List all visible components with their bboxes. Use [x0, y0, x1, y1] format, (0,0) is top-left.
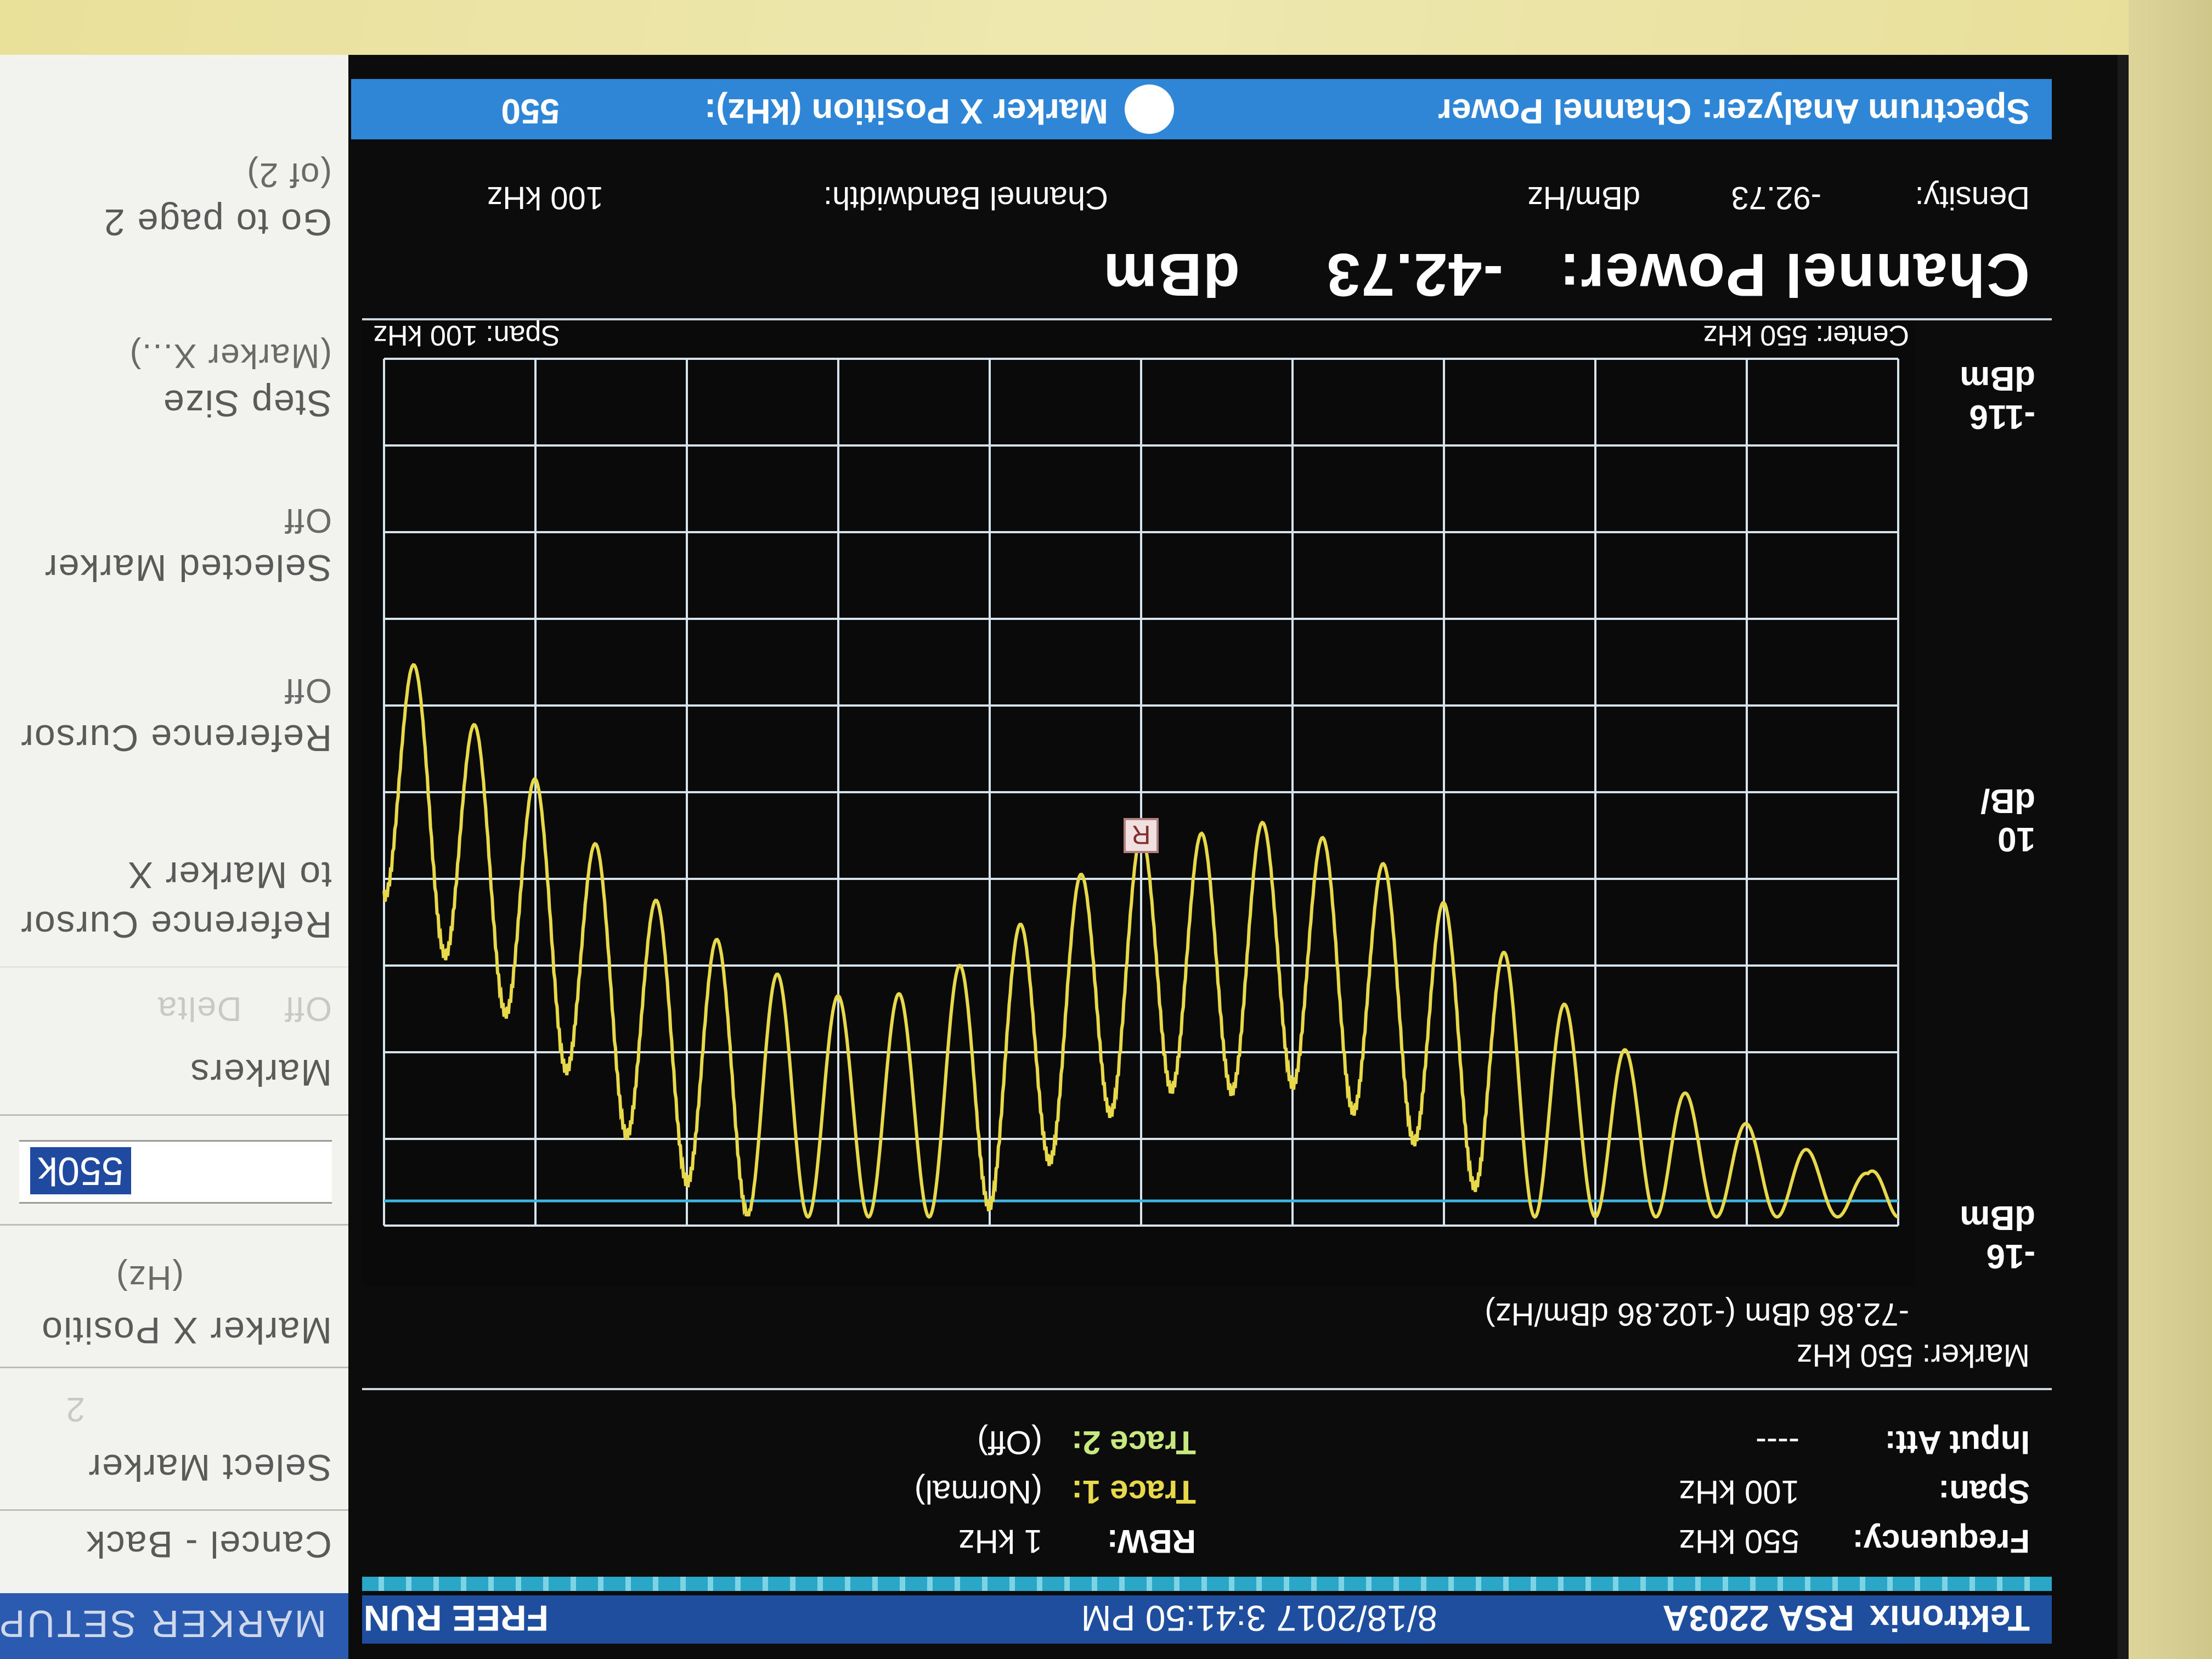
channel-power-readout: Channel Power: -42.73 dBm Density: -92.7…	[362, 150, 2052, 315]
divider	[0, 1367, 348, 1368]
input-att-value: ----	[1756, 1424, 1799, 1461]
ref-cursor-to-marker-line2: to Marker X	[127, 854, 332, 896]
y-top-unit: dBm	[1960, 1199, 2035, 1237]
y-bottom-unit: dBm	[1960, 359, 2035, 397]
divider	[0, 966, 348, 968]
run-state-label: FREE RUN	[363, 1598, 549, 1639]
select-marker-value: 2	[65, 1390, 85, 1428]
step-size-value: (Marker X...)	[128, 337, 332, 375]
divider	[0, 1224, 348, 1226]
bandwidth-value: 100 kHz	[487, 180, 603, 216]
y-top-label: -16 dBm	[1960, 1198, 2035, 1275]
trace2-value: (Off)	[977, 1424, 1042, 1461]
density-label: Density:	[1915, 180, 2030, 216]
measurement-title-bar: Spectrum Analyzer: Channel Power Marker …	[351, 79, 2052, 139]
divider	[0, 1509, 348, 1511]
span-value: 100 kHz	[1678, 1474, 1799, 1510]
divider	[0, 1114, 348, 1116]
menu-title: MARKER SETUP	[0, 1593, 348, 1659]
marker-x-value-field[interactable]: 550k	[19, 1140, 332, 1204]
marker-x-unit: (Hz)	[115, 1259, 184, 1296]
span-label: Span:	[1938, 1474, 2030, 1510]
y-div-unit: dB/	[1980, 782, 2035, 820]
density-value: -92.73	[1731, 180, 1821, 216]
rbw-value: 1 kHz	[958, 1523, 1042, 1560]
parameter-panel: Frequency: 550 kHz RBW: 1 kHz Span: 100 …	[362, 1396, 2052, 1571]
step-size-button[interactable]: Step Size	[162, 382, 332, 425]
instrument-display: Tektronix RSA 2203A 8/18/2017 3:41:50 PM…	[0, 55, 2118, 1659]
brand-label: Tektronix	[1869, 1598, 2030, 1639]
menu-title-text: MARKER SETUP	[0, 1602, 326, 1645]
plot-background	[362, 320, 1915, 1286]
marker-level: -72.86 dBm (-102.86 dBm/Hz)	[1485, 1296, 1909, 1332]
plot-area: R Center: 550 kHz Span: 100 kHz	[362, 320, 1915, 1286]
marker-x-position-button[interactable]: Marker X Positio	[41, 1309, 332, 1352]
y-div-value: 10	[1997, 820, 2035, 858]
marker-indicator[interactable]: R	[1124, 818, 1159, 853]
selected-marker-value: Off	[284, 501, 332, 539]
divider	[362, 318, 2052, 320]
side-menu: MARKER SETUP Cancel - Back Select Marker…	[0, 55, 348, 1659]
status-stripe	[362, 1577, 2052, 1591]
channel-power-label: Channel Power:	[1558, 241, 2030, 308]
model-label: RSA 2203A	[1662, 1598, 1854, 1639]
reference-cursor-button[interactable]: Reference Cursor	[20, 716, 332, 759]
y-top-value: -16	[1986, 1237, 2035, 1275]
markers-button[interactable]: Markers	[189, 1051, 332, 1094]
page-indicator: (of 2)	[246, 156, 332, 194]
spectrum-plot: -16 dBm 10 dB/ -116 dBm R Center: 550 kH…	[362, 320, 2052, 1286]
knob-icon	[1125, 84, 1174, 134]
marker-frequency: Marker: 550 kHz	[1796, 1338, 2030, 1373]
monitor: Tektronix RSA 2203A 8/18/2017 3:41:50 PM…	[0, 55, 2129, 1659]
ref-cursor-to-marker-button[interactable]: Reference Cursor	[20, 903, 332, 946]
cancel-back-button[interactable]: Cancel - Back	[86, 1523, 332, 1566]
frequency-label: Frequency:	[1852, 1523, 2030, 1560]
y-bottom-label: -116 dBm	[1960, 359, 2035, 436]
marker-x-entry-value[interactable]: 550	[501, 91, 560, 132]
analyzer-screen: Tektronix RSA 2203A 8/18/2017 3:41:50 PM…	[0, 55, 2118, 1659]
channel-power-unit: dBm	[1102, 241, 1240, 308]
marker-readout: Marker: 550 kHz -72.86 dBm (-102.86 dBm/…	[362, 1291, 2052, 1385]
channel-power-value: -42.73	[1325, 241, 1503, 308]
monitor-bezel	[2129, 0, 2212, 1659]
measurement-title: Spectrum Analyzer: Channel Power	[1438, 92, 2030, 131]
markers-options: Off Delta	[156, 990, 332, 1028]
divider	[362, 1388, 2052, 1390]
trace1-value: (Normal)	[914, 1474, 1042, 1510]
y-bottom-value: -116	[1969, 398, 2035, 436]
select-marker-button[interactable]: Select Marker	[88, 1446, 332, 1489]
reference-cursor-value: Off	[284, 672, 332, 709]
trace2-label: Trace 2:	[1071, 1424, 1196, 1461]
input-att-label: Input Att:	[1884, 1424, 2030, 1461]
span-label: Span: 100 kHz	[373, 320, 560, 351]
go-to-page-button[interactable]: Go to page 2	[103, 201, 332, 244]
center-label: Center: 550 kHz	[1703, 320, 1909, 351]
status-bar: Tektronix RSA 2203A 8/18/2017 3:41:50 PM…	[362, 1595, 2052, 1644]
frequency-value: 550 kHz	[1678, 1523, 1799, 1560]
rbw-label: RBW:	[1107, 1523, 1196, 1560]
trace1-label: Trace 1:	[1071, 1474, 1196, 1510]
marker-x-prompt: Marker X Position (kHz):	[704, 92, 1108, 131]
y-scale-label: 10 dB/	[1980, 781, 2035, 858]
selected-marker-button[interactable]: Selected Marker	[44, 546, 332, 589]
bandwidth-label: Channel Bandwidth:	[823, 180, 1108, 216]
marker-x-value: 550k	[30, 1147, 132, 1194]
y-axis-labels: -16 dBm 10 dB/ -116 dBm	[1915, 320, 2052, 1286]
density-unit: dBm/Hz	[1527, 180, 1640, 216]
datetime-label: 8/18/2017 3:41:50 PM	[1081, 1598, 1438, 1639]
marker-letter: R	[1132, 820, 1151, 849]
